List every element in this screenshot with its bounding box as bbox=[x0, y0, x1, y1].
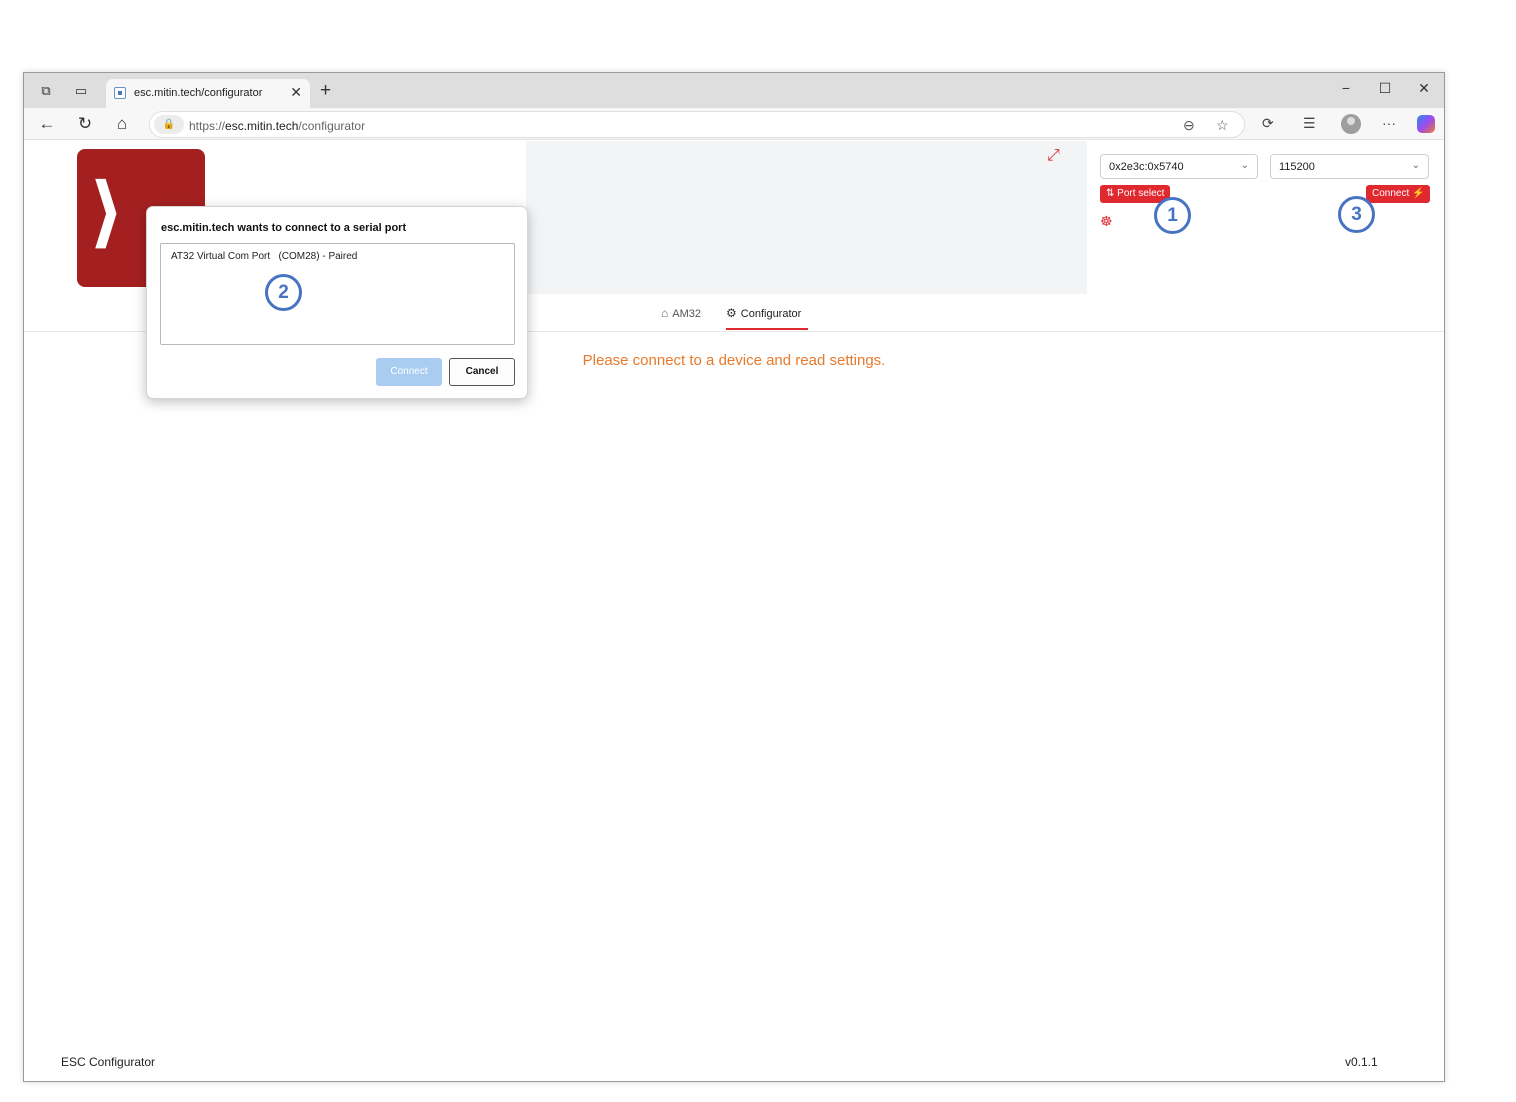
minimize-icon[interactable]: − bbox=[1336, 80, 1356, 96]
port-select-label: Port select bbox=[1117, 188, 1165, 199]
page-content: ⟩ ⤢ 0x2e3c:0x5740 ⌄ 115200 ⌄ ⇅ Port sele… bbox=[24, 141, 1444, 1081]
active-tab-indicator bbox=[726, 328, 808, 330]
footer-version: v0.1.1 bbox=[1345, 1055, 1378, 1069]
debug-bug-icon[interactable]: ☸ bbox=[1100, 213, 1113, 230]
home-icon[interactable]: ⌂ bbox=[111, 114, 133, 134]
favicon-icon bbox=[114, 87, 126, 99]
port-select-value: 0x2e3c:0x5740 bbox=[1109, 161, 1184, 173]
chip-icon: ⚙ bbox=[726, 306, 737, 320]
back-icon[interactable]: ← bbox=[36, 114, 58, 134]
annotation-badge-2: 2 bbox=[265, 274, 302, 311]
address-bar[interactable]: 🔒 https://esc.mitin.tech/configurator ⊖ … bbox=[149, 111, 1245, 138]
tab-am32-label: AM32 bbox=[672, 308, 701, 320]
url-path: /configurator bbox=[298, 119, 366, 133]
refresh-icon[interactable]: ↻ bbox=[74, 114, 96, 134]
tab-configurator-label: Configurator bbox=[740, 308, 802, 320]
close-window-icon[interactable]: ✕ bbox=[1414, 80, 1434, 97]
more-menu-icon[interactable]: ··· bbox=[1382, 115, 1396, 131]
tab-close-icon[interactable]: ✕ bbox=[290, 84, 302, 101]
url-scheme: https:// bbox=[189, 119, 226, 133]
connect-label: Connect bbox=[1372, 188, 1410, 199]
annotation-badge-1: 1 bbox=[1154, 197, 1191, 234]
serial-port-list[interactable]: AT32 Virtual Com Port (COM28) - Paired 2 bbox=[160, 243, 515, 345]
port-select[interactable]: 0x2e3c:0x5740 ⌄ bbox=[1100, 154, 1258, 179]
home-icon: ⌂ bbox=[661, 306, 669, 320]
footer-app-name: ESC Configurator bbox=[61, 1055, 156, 1069]
fullscreen-icon[interactable]: ⤢ bbox=[1047, 147, 1060, 165]
dialog-cancel-button[interactable]: Cancel bbox=[449, 358, 515, 386]
chevron-down-icon: ⌄ bbox=[1240, 160, 1249, 171]
connect-button[interactable]: Connect ⚡ bbox=[1366, 185, 1431, 203]
dialog-title: esc.mitin.tech wants to connect to a ser… bbox=[161, 222, 407, 234]
baud-rate-value: 115200 bbox=[1279, 161, 1315, 173]
tab-am32[interactable]: ⌂ AM32 bbox=[661, 306, 701, 320]
browser-tab[interactable]: esc.mitin.tech/configurator ✕ bbox=[106, 79, 310, 108]
tab-title: esc.mitin.tech/configurator bbox=[134, 87, 263, 99]
tab-configurator[interactable]: ⚙ Configurator bbox=[726, 306, 801, 320]
browser-window: ⧉ ▭ esc.mitin.tech/configurator ✕ + − ☐ … bbox=[23, 72, 1445, 1082]
header-panel bbox=[526, 141, 1087, 294]
maximize-icon[interactable]: ☐ bbox=[1375, 80, 1395, 97]
tab-strip: ⧉ ▭ esc.mitin.tech/configurator ✕ + − ☐ … bbox=[24, 73, 1444, 108]
logo-glyph-icon: ⟩ bbox=[89, 167, 125, 257]
favorite-star-icon[interactable]: ☆ bbox=[1216, 117, 1229, 134]
profile-avatar[interactable] bbox=[1341, 114, 1361, 134]
plug-icon: ⚡ bbox=[1409, 188, 1425, 199]
dialog-connect-button[interactable]: Connect bbox=[376, 358, 442, 386]
new-tab-icon[interactable]: + bbox=[320, 80, 331, 102]
copilot-icon[interactable] bbox=[1417, 115, 1435, 133]
swap-icon: ⇅ bbox=[1106, 188, 1118, 199]
lock-icon[interactable]: 🔒 bbox=[154, 115, 184, 134]
zoom-icon[interactable]: ⊖ bbox=[1183, 117, 1195, 134]
favorites-icon[interactable]: ☰ bbox=[1303, 115, 1316, 132]
browser-toolbar: ← ↻ ⌂ 🔒 https://esc.mitin.tech/configura… bbox=[24, 108, 1444, 140]
annotation-badge-3: 3 bbox=[1338, 196, 1375, 233]
serial-port-dialog: esc.mitin.tech wants to connect to a ser… bbox=[146, 206, 528, 399]
url-host: esc.mitin.tech bbox=[225, 119, 299, 133]
workspaces-icon[interactable]: ⧉ bbox=[37, 82, 55, 100]
baud-rate-select[interactable]: 115200 ⌄ bbox=[1270, 154, 1429, 179]
tab-actions-icon[interactable]: ▭ bbox=[72, 82, 90, 100]
url-text: https://esc.mitin.tech/configurator bbox=[189, 119, 365, 133]
extensions-icon[interactable]: ⟳ bbox=[1262, 115, 1274, 132]
chevron-down-icon: ⌄ bbox=[1411, 160, 1420, 171]
serial-port-item[interactable]: AT32 Virtual Com Port (COM28) - Paired bbox=[171, 251, 357, 262]
